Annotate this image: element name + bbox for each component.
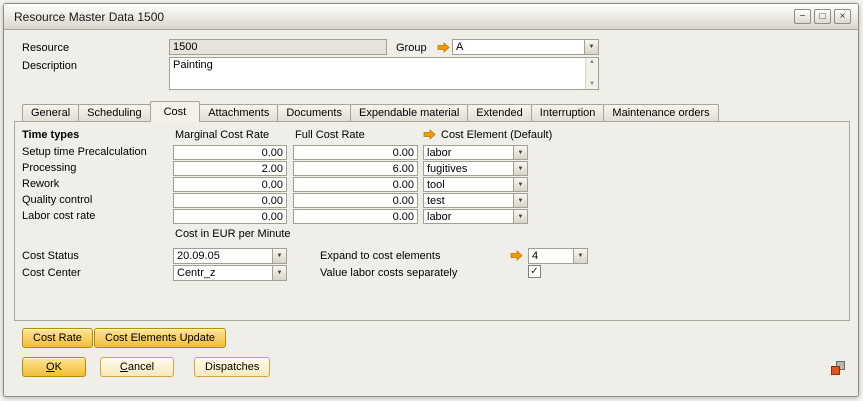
maximize-icon[interactable]: □ (814, 9, 831, 24)
group-label: Group (396, 42, 427, 54)
resource-field[interactable]: 1500 (169, 39, 387, 55)
ok-button[interactable]: OK (22, 357, 86, 377)
link-arrow-icon[interactable] (437, 42, 450, 53)
dropdown-arrow-icon[interactable]: ▼ (272, 266, 286, 280)
tab-interruption[interactable]: Interruption (531, 104, 605, 122)
expand-to-cost-elements-label: Expand to cost elements (320, 250, 440, 262)
dropdown-arrow-icon[interactable]: ▼ (584, 40, 598, 54)
resource-label: Resource (22, 42, 69, 54)
group-value: A (453, 41, 584, 53)
full-cost-rate-field[interactable]: 6.00 (293, 161, 418, 176)
dropdown-arrow-icon[interactable]: ▼ (272, 249, 286, 263)
window-titlebar[interactable]: Resource Master Data 1500 − □ × (4, 4, 858, 30)
cost-element-select[interactable]: test ▼ (423, 193, 528, 208)
description-textarea[interactable]: Painting ▲ ▼ (169, 57, 599, 90)
check-icon: ✓ (530, 266, 538, 277)
row-label-labor-cost-rate: Labor cost rate (22, 210, 95, 222)
scroll-up-icon[interactable]: ▲ (586, 58, 598, 67)
group-select[interactable]: A ▼ (452, 39, 599, 55)
dropdown-arrow-icon[interactable]: ▼ (573, 249, 587, 263)
cost-status-select[interactable]: 20.09.05 ▼ (173, 248, 287, 264)
cost-element-select[interactable]: labor ▼ (423, 209, 528, 224)
cost-rate-button[interactable]: Cost Rate (22, 328, 93, 348)
full-cost-rate-field[interactable]: 0.00 (293, 193, 418, 208)
expand-to-cost-elements-select[interactable]: 4 ▼ (528, 248, 588, 264)
description-label: Description (22, 60, 77, 72)
tab-cost[interactable]: Cost (150, 101, 201, 122)
tab-attachments[interactable]: Attachments (199, 104, 278, 122)
scroll-down-icon[interactable]: ▼ (586, 80, 598, 89)
marginal-cost-rate-field[interactable]: 2.00 (173, 161, 287, 176)
resource-value: 1500 (173, 41, 197, 53)
cost-center-label: Cost Center (22, 267, 81, 279)
cost-element-select[interactable]: labor ▼ (423, 145, 528, 160)
cost-center-select[interactable]: Centr_z ▼ (173, 265, 287, 281)
full-cost-rate-field[interactable]: 0.00 (293, 209, 418, 224)
value-labor-costs-checkbox[interactable]: ✓ (528, 265, 541, 278)
marginal-cost-rate-field[interactable]: 0.00 (173, 177, 287, 192)
dropdown-arrow-icon[interactable]: ▼ (513, 210, 527, 223)
marginal-cost-rate-field[interactable]: 0.00 (173, 145, 287, 160)
dropdown-arrow-icon[interactable]: ▼ (513, 146, 527, 159)
value-labor-costs-label: Value labor costs separately (320, 267, 457, 279)
full-cost-rate-header: Full Cost Rate (295, 129, 365, 141)
tab-strip: General Scheduling Cost Attachments Docu… (22, 103, 718, 122)
full-cost-rate-field[interactable]: 0.00 (293, 177, 418, 192)
description-value: Painting (173, 59, 213, 71)
form-settings-icon[interactable] (830, 360, 846, 376)
tab-general[interactable]: General (22, 104, 79, 122)
row-label-setup-time: Setup time Precalculation (22, 146, 147, 158)
tab-expendable-material[interactable]: Expendable material (350, 104, 468, 122)
minimize-icon[interactable]: − (794, 9, 811, 24)
link-arrow-icon[interactable] (510, 250, 523, 261)
tab-extended[interactable]: Extended (467, 104, 531, 122)
tab-scheduling[interactable]: Scheduling (78, 104, 150, 122)
dropdown-arrow-icon[interactable]: ▼ (513, 162, 527, 175)
time-types-header: Time types (22, 129, 79, 141)
window-controls: − □ × (794, 9, 851, 24)
cost-element-select[interactable]: fugitives ▼ (423, 161, 528, 176)
dropdown-arrow-icon[interactable]: ▼ (513, 178, 527, 191)
cost-elements-update-button[interactable]: Cost Elements Update (94, 328, 226, 348)
cancel-button[interactable]: Cancel (100, 357, 174, 377)
marginal-cost-rate-field[interactable]: 0.00 (173, 209, 287, 224)
tab-documents[interactable]: Documents (277, 104, 351, 122)
cost-element-header: Cost Element (Default) (441, 129, 552, 141)
marginal-cost-rate-field[interactable]: 0.00 (173, 193, 287, 208)
dropdown-arrow-icon[interactable]: ▼ (513, 194, 527, 207)
tab-maintenance-orders[interactable]: Maintenance orders (603, 104, 718, 122)
window-title: Resource Master Data 1500 (14, 4, 164, 30)
cost-status-label: Cost Status (22, 250, 79, 262)
description-scrollbar[interactable]: ▲ ▼ (585, 58, 598, 89)
row-label-rework: Rework (22, 178, 59, 190)
cost-unit-note: Cost in EUR per Minute (175, 228, 291, 240)
row-label-quality-control: Quality control (22, 194, 92, 206)
dispatches-button[interactable]: Dispatches (194, 357, 270, 377)
full-cost-rate-field[interactable]: 0.00 (293, 145, 418, 160)
row-label-processing: Processing (22, 162, 76, 174)
resource-master-data-window: Resource Master Data 1500 − □ × Resource… (3, 3, 859, 397)
cost-element-select[interactable]: tool ▼ (423, 177, 528, 192)
close-icon[interactable]: × (834, 9, 851, 24)
link-arrow-icon[interactable] (423, 129, 436, 140)
marginal-cost-rate-header: Marginal Cost Rate (175, 129, 269, 141)
